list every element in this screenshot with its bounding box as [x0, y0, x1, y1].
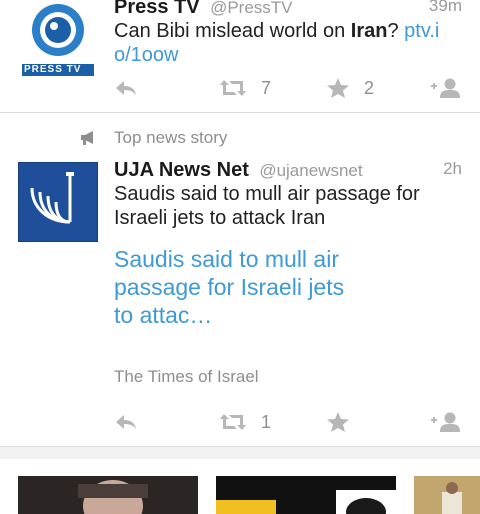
follow-icon	[431, 78, 460, 98]
favorite-icon	[327, 412, 349, 432]
reply-button[interactable]	[114, 407, 138, 437]
tweet-text-bold: Iran	[350, 20, 388, 42]
reply-button[interactable]	[114, 73, 138, 103]
tweet-text-part: Can Bibi mislead world on	[114, 20, 351, 42]
author-handle[interactable]: @ujanewsnet	[259, 161, 362, 180]
section-gap	[0, 447, 480, 459]
retweet-icon	[220, 80, 246, 96]
tweet-text-part: ?	[387, 20, 405, 42]
author-name[interactable]: UJA News Net	[114, 159, 249, 181]
author-handle[interactable]: @PressTV	[210, 0, 292, 17]
media-thumbnail[interactable]	[216, 476, 396, 514]
tweet-text: Saudis said to mull air passage for Isra…	[114, 183, 420, 229]
follow-button[interactable]	[430, 73, 462, 103]
tweet-text: Can Bibi mislead world on Iran? ptv.io/1…	[114, 19, 456, 67]
favorite-button[interactable]: 2	[326, 73, 374, 103]
author-name[interactable]: Press TV	[114, 0, 200, 18]
follow-button[interactable]	[430, 407, 462, 437]
tweet-ujanewsnet[interactable]: UJA News Net @ujanewsnet 2h Saudis said …	[0, 158, 480, 446]
uja-avatar[interactable]	[17, 161, 99, 243]
reply-icon	[116, 81, 136, 95]
megaphone-icon	[81, 131, 93, 145]
media-thumbnail[interactable]	[414, 476, 480, 514]
media-thumbnail[interactable]	[18, 476, 198, 514]
follow-icon	[431, 412, 460, 432]
tweet-timestamp: 2h	[443, 159, 462, 178]
photo-thumbnail	[216, 476, 396, 514]
retweet-button[interactable]: 1	[219, 407, 271, 437]
divider	[0, 112, 480, 113]
photo-thumbnail	[414, 476, 480, 514]
photo-thumbnail	[18, 476, 198, 514]
favorite-count: 2	[364, 77, 375, 98]
article-card-title[interactable]: Saudis said to mull air passage for Isra…	[114, 245, 354, 329]
tweet-timestamp: 39m	[428, 0, 462, 15]
reply-icon	[116, 415, 136, 429]
top-news-story-label: Top news story	[114, 128, 228, 147]
presstv-avatar[interactable]: PRESS TV	[18, 0, 98, 80]
retweet-count: 1	[261, 411, 272, 432]
favorite-icon	[327, 78, 349, 98]
tweet-presstv[interactable]: PRESS TV Press TV @PressTV 39m Can Bibi …	[0, 0, 480, 112]
uja-logo	[17, 161, 99, 243]
retweet-button[interactable]: 7	[219, 73, 271, 103]
retweet-icon	[220, 414, 246, 430]
retweet-count: 7	[261, 77, 272, 98]
favorite-button[interactable]	[326, 407, 350, 437]
article-card-source: The Times of Israel	[114, 367, 259, 386]
